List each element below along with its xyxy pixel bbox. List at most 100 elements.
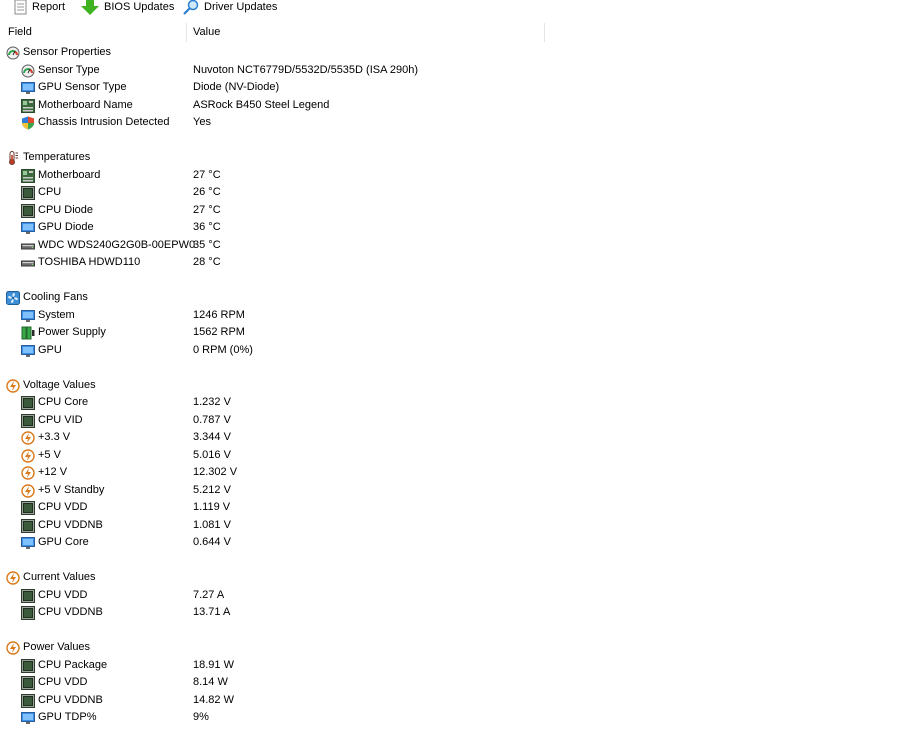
chip-icon (21, 659, 35, 673)
category-label: Current Values (23, 571, 96, 583)
sensor-row[interactable]: GPU Diode 36 °C (0, 219, 908, 237)
report-icon (14, 0, 27, 15)
sensor-row[interactable]: +12 V 12.302 V (0, 464, 908, 482)
fan-icon (6, 291, 20, 305)
sensor-row[interactable]: CPU VDD 7.27 A (0, 587, 908, 605)
sensor-row[interactable]: +5 V Standby 5.212 V (0, 482, 908, 500)
sensor-row[interactable]: GPU Core 0.644 V (0, 534, 908, 552)
category-row[interactable]: Power Values (0, 639, 908, 657)
bolt-icon (6, 379, 20, 393)
chip-icon (21, 589, 35, 603)
field-label: +5 V (38, 448, 61, 461)
sensor-row[interactable]: GPU Sensor Type Diode (NV-Diode) (0, 79, 908, 97)
category-label: Voltage Values (23, 378, 96, 391)
sensor-row[interactable]: CPU VDD 8.14 W (0, 674, 908, 692)
field-label: System (38, 308, 75, 321)
thermometer-icon (6, 151, 20, 165)
sensor-row[interactable]: CPU VDDNB 1.081 V (0, 517, 908, 535)
driver-updates-button[interactable]: Driver Updates (182, 0, 277, 15)
value-label: 18.91 W (193, 658, 234, 671)
chip-icon (21, 501, 35, 515)
sensor-row[interactable]: Motherboard Name ASRock B450 Steel Legend (0, 97, 908, 115)
sensor-row[interactable]: CPU Core 1.232 V (0, 394, 908, 412)
motherboard-icon (21, 169, 35, 183)
field-label: CPU VDD (38, 501, 88, 513)
sensor-row[interactable]: +5 V 5.016 V (0, 447, 908, 465)
chip-icon (21, 204, 35, 218)
monitor-icon (21, 711, 35, 725)
field-label: CPU Diode (38, 203, 94, 216)
bolt-icon (21, 484, 35, 498)
field-label: Power Supply (38, 326, 106, 338)
motherboard-icon (21, 99, 35, 113)
category-label: Temperatures (23, 151, 91, 163)
gauge-icon (21, 64, 35, 78)
sensor-row[interactable]: CPU VDDNB 14.82 W (0, 692, 908, 710)
sensor-row[interactable]: GPU TDP% 9% (0, 709, 908, 727)
sensor-row[interactable]: +3.3 V 3.344 V (0, 429, 908, 447)
chip-icon (21, 606, 35, 620)
field-label: CPU VID (38, 413, 83, 426)
sensor-row[interactable]: TOSHIBA HDWD110 28 °C (0, 254, 908, 272)
sensor-row[interactable]: CPU Package 18.91 W (0, 657, 908, 675)
value-label: 5.016 V (193, 448, 231, 461)
field-label: GPU Sensor Type (38, 81, 127, 93)
bolt-icon (6, 571, 20, 585)
report-label: Report (32, 1, 66, 13)
value-label: 7.27 A (193, 588, 225, 601)
report-button[interactable]: Report (12, 0, 65, 15)
category-label: Cooling Fans (23, 291, 88, 303)
category-row[interactable]: Cooling Fans (0, 289, 908, 307)
field-label: Motherboard Name (38, 98, 133, 111)
field-label: CPU VDDNB (38, 606, 103, 618)
value-label: 13.71 A (193, 606, 231, 618)
sensor-row[interactable]: CPU Diode 27 °C (0, 202, 908, 220)
value-column-header[interactable]: Value (188, 23, 545, 42)
value-label: Nuvoton NCT6779D/5532D/5535D (ISA 290h) (193, 63, 419, 76)
category-row[interactable]: Current Values (0, 569, 908, 587)
chip-icon (21, 396, 35, 410)
sensor-row[interactable]: Sensor Type Nuvoton NCT6779D/5532D/5535D … (0, 62, 908, 80)
sensor-row[interactable]: Motherboard 27 °C (0, 167, 908, 185)
category-row[interactable]: Voltage Values (0, 377, 908, 395)
field-label: CPU VDD (38, 676, 88, 688)
category-row[interactable]: Sensor Properties (0, 44, 908, 62)
value-label: 1562 RPM (193, 326, 245, 338)
field-column-header[interactable]: Field (0, 23, 187, 42)
field-label: +12 V (38, 466, 68, 478)
sensor-row[interactable]: System 1246 RPM (0, 307, 908, 325)
field-label: CPU VDD (38, 588, 88, 601)
value-label: 8.14 W (193, 676, 228, 688)
chip-icon (21, 186, 35, 200)
download-arrow-icon (81, 0, 99, 15)
monitor-icon (21, 536, 35, 550)
chip-icon (21, 694, 35, 708)
sensor-row[interactable]: CPU VID 0.787 V (0, 412, 908, 430)
value-label: ASRock B450 Steel Legend (193, 98, 330, 111)
value-label: 1.081 V (193, 518, 231, 531)
sensor-row[interactable]: Power Supply 1562 RPM (0, 324, 908, 342)
bios-updates-button[interactable]: BIOS Updates (80, 0, 174, 15)
value-label: 0.787 V (193, 413, 231, 426)
sensor-row[interactable]: Chassis Intrusion Detected Yes (0, 114, 908, 132)
value-column-label: Value (193, 26, 221, 38)
field-label: CPU VDDNB (38, 693, 103, 706)
value-label: 12.302 V (193, 466, 238, 478)
sensor-row[interactable]: WDC WDS240G2G0B-00EPW0 35 °C (0, 237, 908, 255)
value-label: 3.344 V (193, 431, 231, 443)
toolbar: Report BIOS Updates Driver Updates (0, 0, 908, 15)
drive-icon (21, 256, 35, 270)
monitor-icon (21, 81, 35, 95)
field-label: Chassis Intrusion Detected (38, 116, 170, 128)
field-label: GPU Core (38, 536, 89, 548)
category-row[interactable]: Temperatures (0, 149, 908, 167)
sensor-row[interactable]: GPU 0 RPM (0%) (0, 342, 908, 360)
sensor-row[interactable]: CPU 26 °C (0, 184, 908, 202)
sensor-row[interactable]: CPU VDDNB 13.71 A (0, 604, 908, 622)
value-label: 1.119 V (193, 501, 231, 513)
field-label: +5 V Standby (38, 483, 105, 496)
sensor-row[interactable]: CPU VDD 1.119 V (0, 499, 908, 517)
category-label: Power Values (23, 641, 91, 653)
chip-icon (21, 676, 35, 690)
field-column-label: Field (8, 26, 32, 38)
